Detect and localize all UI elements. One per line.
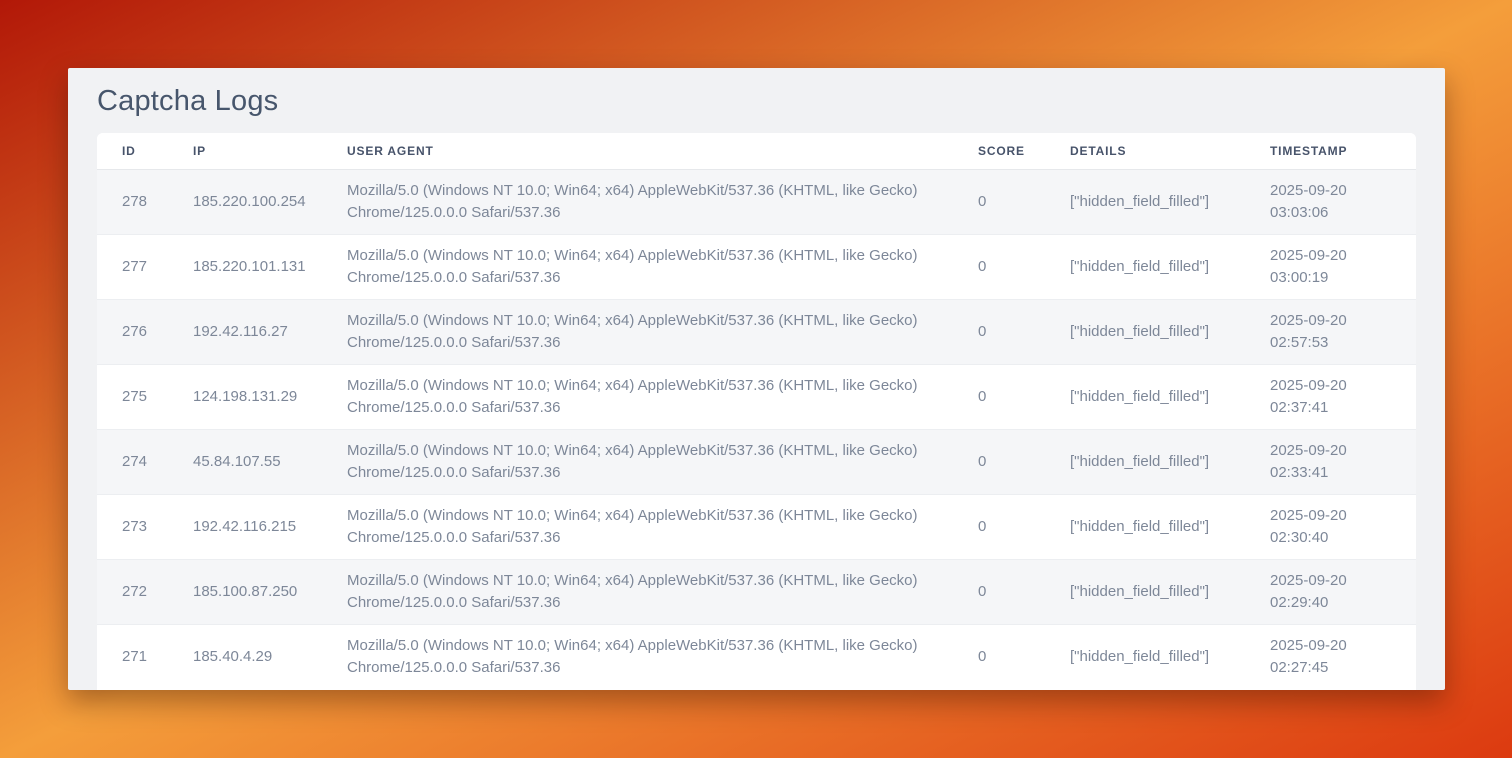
- cell-id: 272: [97, 559, 193, 624]
- table-row: 277185.220.101.131Mozilla/5.0 (Windows N…: [97, 234, 1416, 299]
- page-title: Captcha Logs: [97, 85, 1445, 118]
- cell-ip: 185.40.4.29: [193, 624, 347, 689]
- cell-ip: 192.42.116.215: [193, 494, 347, 559]
- cell-id: 274: [97, 429, 193, 494]
- page-background: { "title": "Captcha Logs", "colors": { "…: [0, 0, 1512, 758]
- cell-id: 271: [97, 624, 193, 689]
- cell-details: ["hidden_field_filled"]: [1070, 169, 1270, 234]
- cell-id: 278: [97, 169, 193, 234]
- cell-timestamp: 2025-09-20 02:37:41: [1270, 364, 1416, 429]
- cell-user_agent: Mozilla/5.0 (Windows NT 10.0; Win64; x64…: [347, 169, 978, 234]
- cell-score: 0: [978, 169, 1070, 234]
- cell-user_agent: Mozilla/5.0 (Windows NT 10.0; Win64; x64…: [347, 364, 978, 429]
- table-row: 278185.220.100.254Mozilla/5.0 (Windows N…: [97, 169, 1416, 234]
- captcha-logs-card: Captcha Logs ID IP USER AGENT SCORE DETA…: [68, 68, 1445, 690]
- cell-score: 0: [978, 494, 1070, 559]
- cell-id: 273: [97, 494, 193, 559]
- cell-user_agent: Mozilla/5.0 (Windows NT 10.0; Win64; x64…: [347, 494, 978, 559]
- column-header-details: DETAILS: [1070, 133, 1270, 169]
- cell-details: ["hidden_field_filled"]: [1070, 429, 1270, 494]
- table-row: 271185.40.4.29Mozilla/5.0 (Windows NT 10…: [97, 624, 1416, 689]
- table-header-row: ID IP USER AGENT SCORE DETAILS TIMESTAMP: [97, 133, 1416, 169]
- cell-ip: 185.220.100.254: [193, 169, 347, 234]
- cell-timestamp: 2025-09-20 02:30:40: [1270, 494, 1416, 559]
- cell-score: 0: [978, 559, 1070, 624]
- cell-timestamp: 2025-09-20 02:27:45: [1270, 624, 1416, 689]
- column-header-score: SCORE: [978, 133, 1070, 169]
- cell-id: 277: [97, 234, 193, 299]
- cell-score: 0: [978, 624, 1070, 689]
- cell-user_agent: Mozilla/5.0 (Windows NT 10.0; Win64; x64…: [347, 624, 978, 689]
- cell-details: ["hidden_field_filled"]: [1070, 559, 1270, 624]
- cell-ip: 192.42.116.27: [193, 299, 347, 364]
- cell-score: 0: [978, 429, 1070, 494]
- table-row: 27445.84.107.55Mozilla/5.0 (Windows NT 1…: [97, 429, 1416, 494]
- cell-user_agent: Mozilla/5.0 (Windows NT 10.0; Win64; x64…: [347, 559, 978, 624]
- cell-details: ["hidden_field_filled"]: [1070, 364, 1270, 429]
- logs-table-container: ID IP USER AGENT SCORE DETAILS TIMESTAMP…: [97, 133, 1416, 690]
- cell-user_agent: Mozilla/5.0 (Windows NT 10.0; Win64; x64…: [347, 299, 978, 364]
- table-row: 276192.42.116.27Mozilla/5.0 (Windows NT …: [97, 299, 1416, 364]
- cell-id: 276: [97, 299, 193, 364]
- table-row: 275124.198.131.29Mozilla/5.0 (Windows NT…: [97, 364, 1416, 429]
- cell-details: ["hidden_field_filled"]: [1070, 299, 1270, 364]
- cell-timestamp: 2025-09-20 02:29:40: [1270, 559, 1416, 624]
- cell-score: 0: [978, 299, 1070, 364]
- cell-ip: 124.198.131.29: [193, 364, 347, 429]
- cell-id: 275: [97, 364, 193, 429]
- table-row: 272185.100.87.250Mozilla/5.0 (Windows NT…: [97, 559, 1416, 624]
- column-header-timestamp: TIMESTAMP: [1270, 133, 1416, 169]
- cell-user_agent: Mozilla/5.0 (Windows NT 10.0; Win64; x64…: [347, 429, 978, 494]
- captcha-logs-table: ID IP USER AGENT SCORE DETAILS TIMESTAMP…: [97, 133, 1416, 689]
- cell-ip: 185.220.101.131: [193, 234, 347, 299]
- cell-timestamp: 2025-09-20 02:57:53: [1270, 299, 1416, 364]
- cell-details: ["hidden_field_filled"]: [1070, 494, 1270, 559]
- cell-ip: 45.84.107.55: [193, 429, 347, 494]
- cell-details: ["hidden_field_filled"]: [1070, 234, 1270, 299]
- cell-timestamp: 2025-09-20 03:03:06: [1270, 169, 1416, 234]
- cell-details: ["hidden_field_filled"]: [1070, 624, 1270, 689]
- cell-score: 0: [978, 234, 1070, 299]
- column-header-id: ID: [97, 133, 193, 169]
- table-row: 273192.42.116.215Mozilla/5.0 (Windows NT…: [97, 494, 1416, 559]
- cell-timestamp: 2025-09-20 03:00:19: [1270, 234, 1416, 299]
- cell-timestamp: 2025-09-20 02:33:41: [1270, 429, 1416, 494]
- cell-user_agent: Mozilla/5.0 (Windows NT 10.0; Win64; x64…: [347, 234, 978, 299]
- column-header-ip: IP: [193, 133, 347, 169]
- table-body: 278185.220.100.254Mozilla/5.0 (Windows N…: [97, 169, 1416, 689]
- cell-ip: 185.100.87.250: [193, 559, 347, 624]
- column-header-user-agent: USER AGENT: [347, 133, 978, 169]
- cell-score: 0: [978, 364, 1070, 429]
